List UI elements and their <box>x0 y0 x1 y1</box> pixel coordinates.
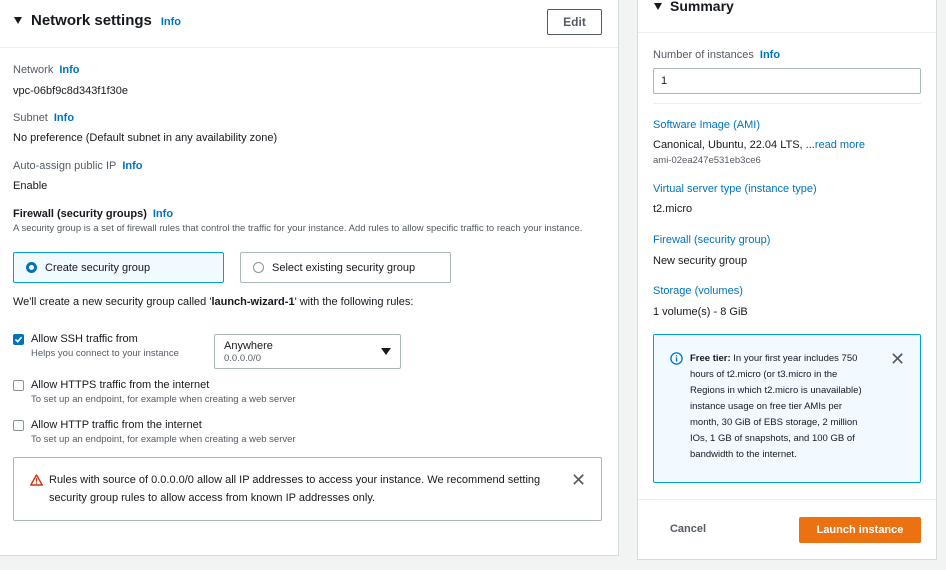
subnet-value: No preference (Default subnet in any ava… <box>13 132 278 144</box>
allow-ssh-description: Helps you connect to your instance <box>31 348 179 359</box>
allow-http-label: Allow HTTP traffic from the internet <box>31 419 202 431</box>
security-group-name: launch-wizard-1 <box>211 296 295 308</box>
allow-ssh-checkbox[interactable] <box>13 334 24 345</box>
number-of-instances-input[interactable] <box>653 68 921 94</box>
divider <box>638 32 936 33</box>
create-security-group-label: Create security group <box>45 261 151 274</box>
radio-selected-icon[interactable] <box>26 262 37 273</box>
read-more-link[interactable]: read more <box>815 139 865 151</box>
select-existing-security-group-option[interactable]: Select existing security group <box>240 252 451 283</box>
caret-down-icon[interactable] <box>14 17 22 24</box>
close-icon[interactable]: ✕ <box>890 350 905 368</box>
divider <box>653 103 921 104</box>
allow-http-checkbox[interactable] <box>13 420 24 431</box>
ami-id: ami-02ea247e531eb3ce6 <box>653 155 761 166</box>
instances-label: Number of instances <box>653 49 754 61</box>
caret-down-icon[interactable] <box>654 3 662 10</box>
network-info-link[interactable]: Info <box>59 64 79 76</box>
ami-link[interactable]: Software Image (AMI) <box>653 119 760 131</box>
edit-button[interactable]: Edit <box>547 9 602 35</box>
firewall-info-link[interactable]: Info <box>153 208 173 220</box>
public-ip-value: Enable <box>13 180 48 192</box>
ssh-source-cidr: 0.0.0.0/0 <box>224 353 261 364</box>
warning-text: Rules with source of 0.0.0.0/0 allow all… <box>49 474 541 504</box>
firewall-label: Firewall (security groups) <box>13 208 147 220</box>
firewall-description: A security group is a set of firewall ru… <box>13 223 583 234</box>
instance-type-value: t2.micro <box>653 203 693 215</box>
network-settings-title: Network settings <box>31 12 152 29</box>
free-tier-title: Free tier: <box>690 353 731 364</box>
allow-https-label: Allow HTTPS traffic from the internet <box>31 379 210 391</box>
subnet-info-link[interactable]: Info <box>54 112 74 124</box>
instances-info-link[interactable]: Info <box>760 49 780 61</box>
radio-unselected-icon[interactable] <box>253 262 264 273</box>
ami-value: Canonical, Ubuntu, 22.04 LTS, ...read mo… <box>653 139 865 151</box>
network-value: vpc-06bf9c8d343f1f30e <box>13 85 128 97</box>
subnet-label: Subnet <box>13 112 48 124</box>
free-tier-text: Free tier: In your first year includes 7… <box>690 353 862 460</box>
divider <box>638 499 936 500</box>
firewall-link[interactable]: Firewall (security group) <box>653 234 770 246</box>
summary-title: Summary <box>670 0 734 14</box>
ssh-source-value: Anywhere <box>224 340 273 352</box>
caret-down-icon <box>381 348 391 355</box>
storage-link[interactable]: Storage (volumes) <box>653 285 743 297</box>
network-settings-header: Network settings Info <box>0 0 618 48</box>
close-icon[interactable]: ✕ <box>571 471 586 489</box>
public-ip-label: Auto-assign public IP <box>13 160 117 172</box>
create-security-group-option[interactable]: Create security group <box>13 252 224 283</box>
allow-http-description: To set up an endpoint, for example when … <box>31 434 296 445</box>
security-group-note: We'll create a new security group called… <box>13 296 414 308</box>
security-warning-alert: Rules with source of 0.0.0.0/0 allow all… <box>13 457 602 521</box>
allow-ssh-label: Allow SSH traffic from <box>31 333 138 345</box>
allow-https-description: To set up an endpoint, for example when … <box>31 394 296 405</box>
check-icon <box>14 336 23 343</box>
info-link[interactable]: Info <box>161 16 181 28</box>
ssh-source-select[interactable]: Anywhere 0.0.0.0/0 <box>214 334 401 369</box>
info-circle-icon <box>670 352 683 365</box>
cancel-button[interactable]: Cancel <box>657 518 719 540</box>
public-ip-info-link[interactable]: Info <box>122 160 142 172</box>
instance-type-link[interactable]: Virtual server type (instance type) <box>653 183 817 195</box>
network-label: Network <box>13 64 54 76</box>
firewall-value: New security group <box>653 255 748 267</box>
select-existing-security-group-label: Select existing security group <box>272 261 416 274</box>
launch-instance-button[interactable]: Launch instance <box>799 517 921 543</box>
free-tier-info-alert: Free tier: In your first year includes 7… <box>653 334 921 483</box>
storage-value: 1 volume(s) - 8 GiB <box>653 306 748 318</box>
warning-icon <box>30 474 43 486</box>
allow-https-checkbox[interactable] <box>13 380 24 391</box>
